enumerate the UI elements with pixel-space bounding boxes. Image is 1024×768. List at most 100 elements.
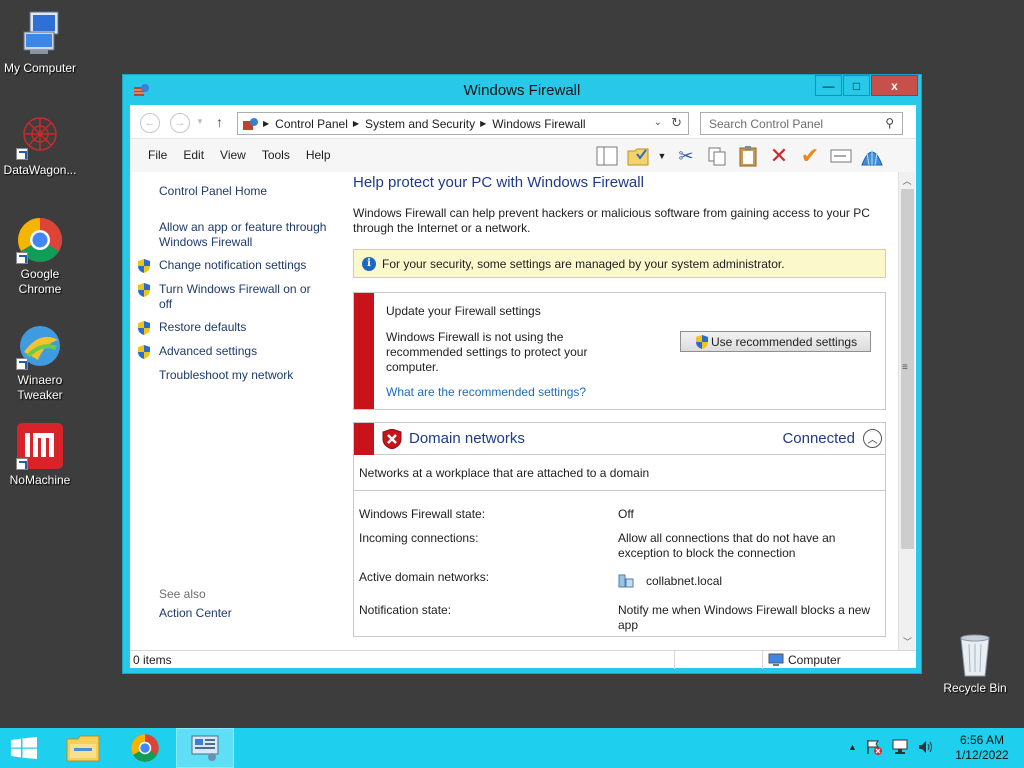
address-dropdown-icon[interactable]: ⌄ — [654, 117, 662, 128]
pane-layout-icon — [596, 146, 618, 166]
status-divider — [762, 651, 763, 669]
control-panel-icon — [191, 735, 219, 761]
collapse-chevron-icon[interactable]: ︿ — [863, 429, 882, 448]
apply-button[interactable]: ✔ — [797, 143, 823, 169]
maximize-button[interactable]: □ — [843, 75, 870, 96]
menu-view[interactable]: View — [212, 148, 254, 162]
troubleshoot-network-link[interactable]: Troubleshoot my network — [159, 368, 293, 383]
rename-button[interactable] — [828, 143, 854, 169]
action-center-flag-icon[interactable] — [865, 738, 883, 756]
show-hidden-icons-chevron-icon[interactable]: ▲ — [848, 742, 857, 752]
close-button[interactable]: x — [871, 75, 918, 96]
start-button[interactable] — [0, 728, 48, 768]
window-title: Windows Firewall — [463, 82, 581, 99]
window-titlebar[interactable]: Windows Firewall — □ x — [123, 75, 921, 105]
breadcrumb-windows-firewall[interactable]: Windows Firewall — [492, 117, 585, 131]
status-item-count: 0 items — [133, 653, 172, 667]
change-notification-link[interactable]: Change notification settings — [159, 258, 306, 273]
window-client-area: ← → ▼ ↑ ▶ Control Panel ▶ System and Sec… — [130, 105, 916, 669]
minimize-button[interactable]: — — [815, 75, 842, 96]
taskbar-file-explorer[interactable] — [56, 728, 110, 768]
allow-app-link[interactable]: Allow an app or feature through Windows … — [159, 220, 329, 250]
domain-networks-header[interactable]: Domain networks Connected ︿ — [354, 423, 885, 455]
search-input[interactable]: Search Control Panel ⚲ — [700, 112, 903, 135]
use-recommended-settings-button[interactable]: Use recommended settings — [680, 331, 871, 352]
taskbar-clock[interactable]: 6:56 AM 1/12/2022 — [940, 733, 1024, 763]
firewall-state-label: Windows Firewall state: — [359, 507, 486, 521]
menu-help[interactable]: Help — [298, 148, 339, 162]
search-icon[interactable]: ⚲ — [885, 116, 894, 130]
turn-firewall-on-off-link[interactable]: Turn Windows Firewall on or off — [159, 282, 319, 312]
properties-button[interactable] — [625, 143, 651, 169]
uac-shield-icon — [137, 321, 151, 335]
restore-defaults-link[interactable]: Restore defaults — [159, 320, 246, 335]
uac-shield-icon — [695, 334, 709, 349]
forward-button[interactable]: → — [170, 113, 190, 133]
notification-state-value: Notify me when Windows Firewall blocks a… — [618, 603, 871, 632]
shortcut-arrow-icon — [16, 252, 28, 264]
scroll-up-arrow-icon[interactable]: ︿ — [899, 172, 915, 189]
minimize-icon: — — [822, 78, 835, 93]
desktop-icon-recycle-bin[interactable]: Recycle Bin — [935, 630, 1015, 696]
uac-shield-icon — [137, 345, 151, 359]
address-bar[interactable]: ▶ Control Panel ▶ System and Security ▶ … — [237, 112, 689, 135]
scissors-icon: ✂ — [678, 145, 694, 166]
datawagon-icon — [16, 112, 64, 160]
copy-button[interactable] — [704, 143, 730, 169]
clock-time: 6:56 AM — [959, 733, 1005, 747]
menu-file[interactable]: File — [140, 148, 175, 162]
file-explorer-icon — [66, 735, 100, 762]
clock-date: 1/12/2022 — [955, 748, 1009, 762]
taskbar-control-panel[interactable] — [176, 728, 234, 768]
domain-networks-title: Domain networks — [409, 430, 525, 447]
computer-icon — [16, 10, 64, 58]
breadcrumb-separator-icon: ▶ — [352, 119, 360, 128]
desktop-icon-chrome[interactable]: Google Chrome — [0, 216, 80, 297]
windows-logo-icon — [11, 737, 37, 759]
info-icon: i — [362, 256, 376, 271]
vertical-scrollbar[interactable]: ︿ ≡ ﹀ — [898, 172, 915, 650]
delete-button[interactable]: ✕ — [766, 143, 792, 169]
delete-x-icon: ✕ — [769, 143, 789, 168]
shortcut-arrow-icon — [16, 458, 28, 470]
desktop-icon-label: Google Chrome — [18, 267, 62, 296]
breadcrumb-separator-icon: ▶ — [263, 119, 270, 128]
recommended-settings-link[interactable]: What are the recommended settings? — [386, 385, 586, 399]
address-row: ← → ▼ ↑ ▶ Control Panel ▶ System and Sec… — [130, 105, 916, 139]
advanced-settings-link[interactable]: Advanced settings — [159, 344, 257, 359]
desktop-icon-winaero[interactable]: Winaero Tweaker — [0, 322, 80, 403]
volume-icon[interactable] — [917, 738, 935, 756]
recent-pages-chevron-icon[interactable]: ▼ — [196, 117, 204, 126]
cut-button[interactable]: ✂ — [673, 143, 699, 169]
checkmark-icon: ✔ — [800, 143, 820, 168]
desktop-icon-datawagon[interactable]: DataWagon... — [0, 112, 80, 178]
network-icon[interactable] — [891, 738, 909, 756]
domain-connection-status: Connected — [782, 430, 855, 447]
menu-toolbar-row: File Edit View Tools Help ▼ ✂ ✕ ✔ — [130, 139, 916, 172]
status-bar: 0 items Computer — [130, 650, 916, 669]
taskbar-chrome[interactable] — [118, 728, 172, 768]
firewall-state-value: Off — [618, 507, 634, 521]
refresh-icon[interactable]: ↻ — [671, 115, 682, 131]
properties-dropdown[interactable]: ▼ — [656, 143, 668, 169]
red-x-shield-icon — [382, 428, 402, 450]
back-arrow-icon: ← — [144, 117, 156, 129]
breadcrumb-system-security[interactable]: System and Security — [365, 117, 475, 131]
layout-pane-button[interactable] — [594, 143, 620, 169]
back-button[interactable]: ← — [140, 113, 160, 133]
recycle-bin-icon — [951, 630, 999, 678]
dropdown-arrow-icon: ▼ — [657, 151, 667, 161]
menu-edit[interactable]: Edit — [175, 148, 212, 162]
paste-button[interactable] — [735, 143, 761, 169]
menu-tools[interactable]: Tools — [254, 148, 298, 162]
scroll-down-arrow-icon[interactable]: ﹀ — [899, 633, 916, 650]
breadcrumb-control-panel[interactable]: Control Panel — [275, 117, 348, 131]
desktop-icon-label: DataWagon... — [3, 163, 77, 177]
chrome-icon — [131, 734, 159, 762]
control-panel-home-link[interactable]: Control Panel Home — [159, 184, 267, 199]
up-arrow-icon[interactable]: ↑ — [216, 114, 223, 130]
desktop-icon-nomachine[interactable]: NoMachine — [0, 422, 80, 488]
shell-button[interactable] — [859, 143, 885, 169]
action-center-link[interactable]: Action Center — [159, 606, 232, 621]
desktop-icon-my-computer[interactable]: My Computer — [0, 10, 80, 76]
